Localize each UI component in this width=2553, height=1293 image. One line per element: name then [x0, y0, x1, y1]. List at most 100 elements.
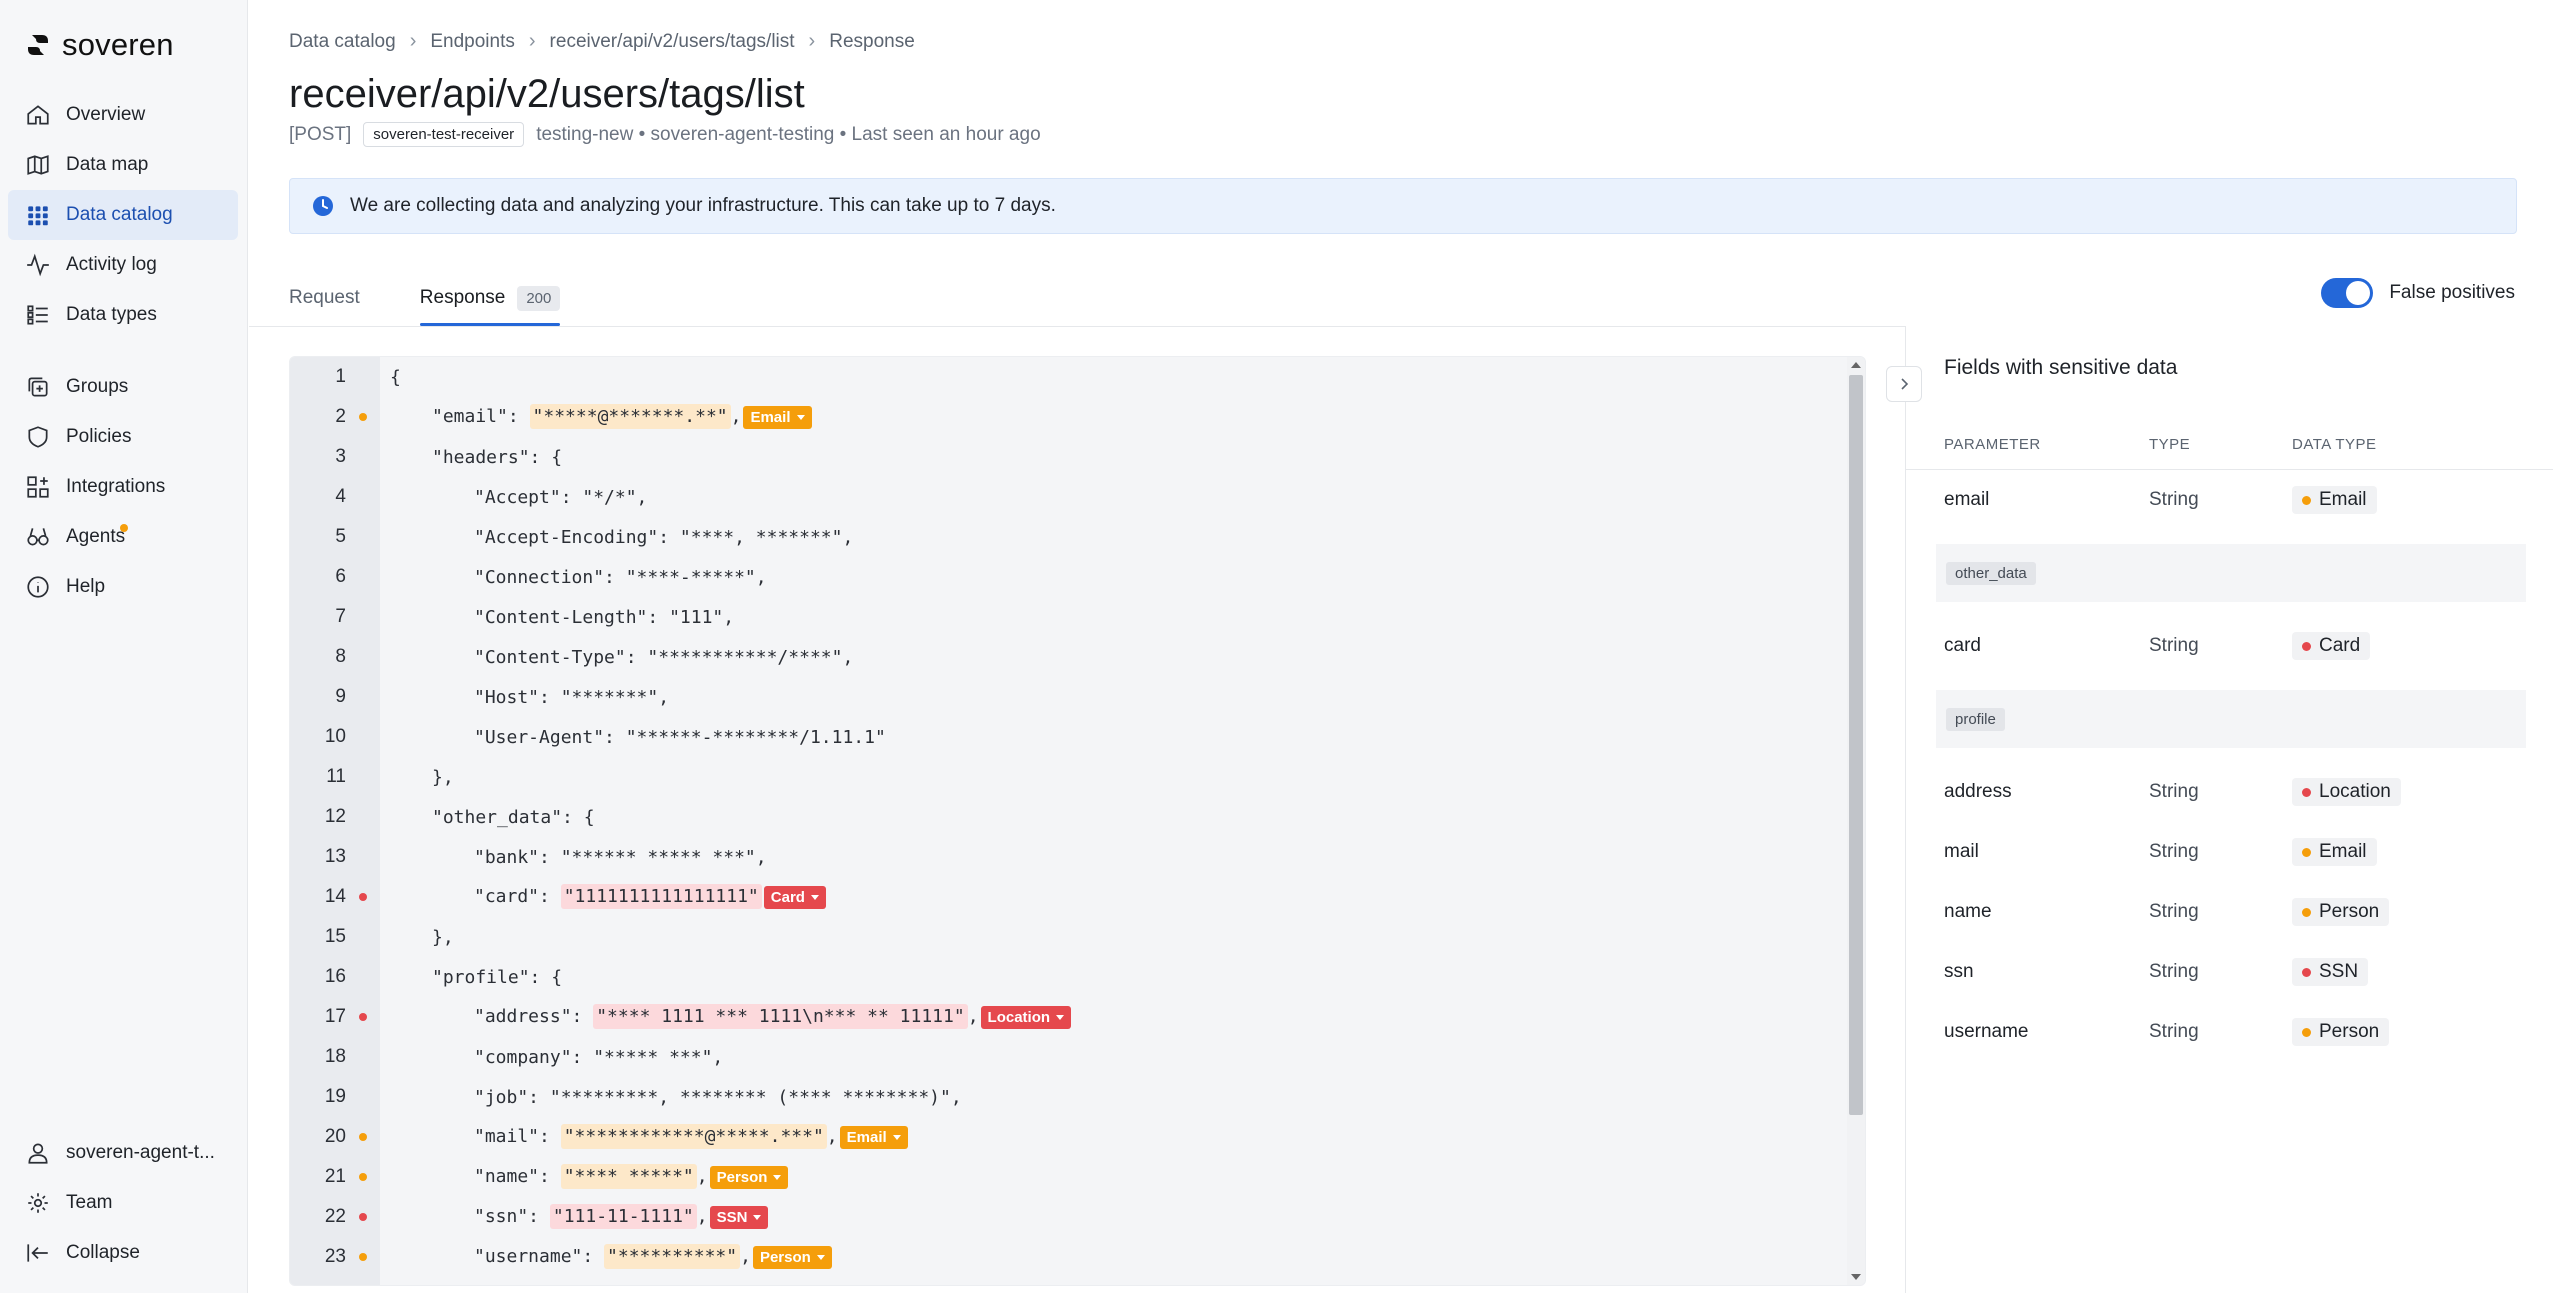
parameter-name: mail	[1944, 841, 1979, 862]
data-type-tag[interactable]: Email	[839, 1125, 908, 1149]
nav-item-integrations[interactable]: Integrations	[8, 462, 238, 512]
sensitivity-marker	[346, 1173, 380, 1181]
breadcrumb-item-data-catalog[interactable]: Data catalog	[289, 31, 396, 53]
json-comma: ,	[826, 1125, 838, 1147]
data-type-tag[interactable]: Card	[763, 885, 826, 909]
json-value: "111",	[669, 606, 735, 628]
json-key: "ssn":	[474, 1205, 550, 1227]
json-comma: ,	[967, 1005, 979, 1027]
data-type-tag[interactable]: Person	[709, 1165, 789, 1189]
parameter-name: card	[1944, 635, 1981, 656]
nav-item-label: Team	[66, 1192, 113, 1213]
code-line: 5 "Accept-Encoding": "****, *******",	[290, 517, 1865, 557]
data-type-tag[interactable]: Person	[752, 1245, 832, 1269]
table-row[interactable]: ssn String SSN	[1906, 942, 2553, 1002]
nav-item-agents[interactable]: Agents	[8, 512, 238, 562]
json-value: "**********"	[604, 1243, 741, 1269]
collapse-icon	[24, 1239, 52, 1267]
nav-item-data-catalog[interactable]: Data catalog	[8, 190, 238, 240]
json-comma: ,	[730, 405, 742, 427]
table-row[interactable]: username String Person	[1906, 1002, 2553, 1062]
data-type-pill: SSN	[2292, 958, 2369, 986]
table-row[interactable]: email String Email	[1906, 470, 2553, 530]
nav-item-policies[interactable]: Policies	[8, 412, 238, 462]
soveren-logo-icon	[28, 35, 48, 55]
nav-item-activity-log[interactable]: Activity log	[8, 240, 238, 290]
toggle-label: False positives	[2389, 282, 2515, 303]
line-number: 19	[324, 1086, 346, 1107]
code-text: "Connection": "****-*****",	[380, 567, 767, 588]
nav-item-data-types[interactable]: Data types	[8, 290, 238, 340]
code-line: 17 "address": "**** 1111 *** 1111\n*** **…	[290, 997, 1865, 1037]
line-number: 16	[324, 966, 346, 987]
sensitivity-marker	[346, 1253, 380, 1261]
caret-down-icon	[892, 1134, 901, 1140]
nav-item-overview[interactable]: Overview	[8, 90, 238, 140]
data-type-tag[interactable]: SSN	[709, 1205, 769, 1229]
parameter-type: String	[2149, 635, 2199, 656]
code-line: 10 "User-Agent": "******-********/1.11.1"	[290, 717, 1865, 757]
code-text: "email": "*****@*******.**", Email	[380, 403, 812, 429]
panel-collapse-button[interactable]	[1886, 366, 1922, 402]
nav-item-groups[interactable]: Groups	[8, 362, 238, 412]
data-type-dot-icon	[2302, 967, 2311, 977]
json-key: "address":	[474, 1005, 594, 1027]
nav-item-collapse[interactable]: Collapse	[8, 1228, 238, 1278]
json-value: {	[551, 446, 563, 468]
code-line: 8 "Content-Type": "***********/****",	[290, 637, 1865, 677]
nav-primary: Overview Data map Data catalog Activity …	[8, 90, 238, 340]
code-text: "User-Agent": "******-********/1.11.1"	[380, 727, 886, 748]
breadcrumb-item-endpoints[interactable]: Endpoints	[430, 31, 515, 53]
data-type-tag-label: Card	[770, 888, 805, 906]
table-row[interactable]: mail String Email	[1906, 822, 2553, 882]
code-line: 7 "Content-Length": "111",	[290, 597, 1865, 637]
data-type-tag-label: SSN	[716, 1208, 748, 1226]
nav-item-label: Help	[66, 576, 106, 597]
toggle-switch[interactable]	[2321, 278, 2374, 308]
code-text: "ssn": "111-11-1111", SSN	[380, 1203, 769, 1229]
json-key: "card":	[474, 885, 561, 907]
false-positives-toggle[interactable]: False positives	[2321, 278, 2515, 308]
table-row[interactable]: name String Person	[1906, 882, 2553, 942]
sensitivity-marker	[346, 1013, 380, 1021]
json-value: {	[390, 366, 401, 388]
data-type-dot-icon	[2302, 907, 2311, 917]
nav-item-help[interactable]: Help	[8, 562, 238, 612]
json-key: "Accept-Encoding":	[474, 526, 680, 548]
line-number: 23	[324, 1246, 346, 1267]
json-key: "email":	[432, 405, 530, 427]
nav-item-team[interactable]: Team	[8, 1178, 238, 1228]
breadcrumb-item-endpoint[interactable]: receiver/api/v2/users/tags/list	[550, 31, 795, 53]
table-row[interactable]: card String Card	[1906, 616, 2553, 676]
table-row[interactable]: address String Location	[1906, 762, 2553, 822]
breadcrumb-item-current: Response	[829, 30, 915, 52]
nav-item-label: soveren-agent-t...	[66, 1142, 215, 1163]
info-icon	[24, 573, 52, 601]
endpoint-meta-text: testing-new • soveren-agent-testing • La…	[536, 123, 1041, 145]
home-icon	[24, 101, 52, 129]
line-number: 14	[324, 886, 346, 907]
data-type-tag[interactable]: Email	[743, 405, 812, 429]
service-tag[interactable]: soveren-test-receiver	[363, 122, 525, 147]
panel-title: Fields with sensitive data	[1944, 356, 2178, 379]
parameter-type: String	[2149, 961, 2199, 982]
line-number: 17	[324, 1006, 346, 1027]
parameter-type: String	[2149, 781, 2199, 802]
nav-item-account[interactable]: soveren-agent-t...	[8, 1128, 238, 1178]
tab-response[interactable]: Response 200	[419, 270, 561, 326]
data-type-tag[interactable]: Location	[980, 1005, 1072, 1029]
tab-request[interactable]: Request	[289, 270, 360, 326]
code-text: "job": "*********, ******** (**** ******…	[380, 1087, 962, 1108]
tab-label: Request	[289, 287, 360, 308]
json-code-viewer[interactable]: 1{2 "email": "*****@*******.**", Email 3 "he…	[289, 356, 1866, 1286]
data-type-tag-label: Person	[716, 1168, 768, 1186]
brand-logo[interactable]: soveren	[24, 27, 174, 62]
json-value: },	[432, 926, 454, 948]
nav-item-data-map[interactable]: Data map	[8, 140, 238, 190]
data-type-cell: Location	[2292, 778, 2401, 806]
page-title: receiver/api/v2/users/tags/list	[289, 72, 805, 116]
data-type-cell: Card	[2292, 632, 2371, 660]
json-key: "headers":	[432, 446, 552, 468]
code-text: "name": "**** *****", Person	[380, 1163, 789, 1189]
code-text: },	[380, 927, 454, 948]
